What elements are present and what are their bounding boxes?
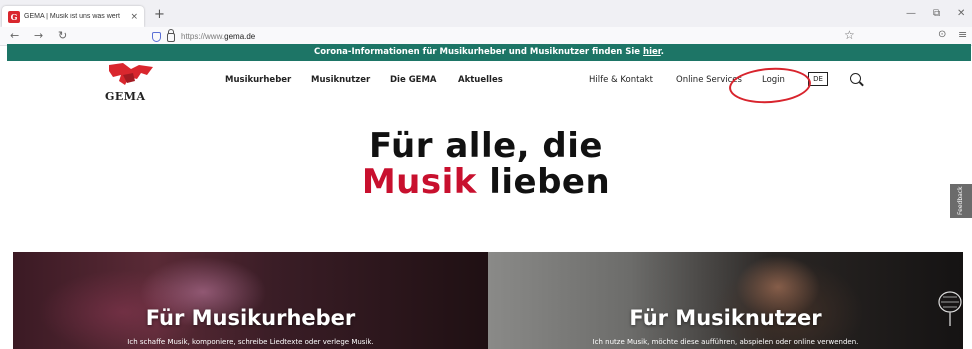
browser-tab[interactable]: G GEMA | Musik ist uns was wert × [2, 6, 144, 27]
login-annotation-circle [727, 65, 813, 106]
card-title: Für Musikurheber [145, 306, 356, 330]
banner-text: Corona-Informationen für Musikurheber un… [314, 47, 641, 57]
back-icon[interactable]: ← [10, 29, 19, 42]
card-subtitle: Ich schaffe Musik, komponiere, schreibe … [127, 338, 374, 346]
hero-heading-line2: Musik lieben [0, 162, 972, 202]
address-bar[interactable]: https://www.gema.de [152, 29, 872, 44]
reload-icon[interactable]: ↻ [58, 29, 67, 42]
card-musikurheber[interactable]: Für Musikurheber Ich schaffe Musik, komp… [13, 252, 488, 349]
bookmark-star-icon[interactable]: ☆ [844, 28, 855, 42]
lock-icon[interactable] [167, 29, 175, 42]
hero-accent-word: Musik [361, 162, 477, 202]
browser-tab-bar: G GEMA | Musik ist uns was wert × + — ⧉ … [0, 0, 972, 27]
hero-heading-rest: lieben [476, 162, 611, 202]
microphone-icon [938, 291, 962, 326]
close-window-icon[interactable]: ✕ [957, 8, 965, 19]
nav-musiknutzer[interactable]: Musiknutzer [311, 75, 370, 85]
site-header: GEMA Musikurheber Musiknutzer Die GEMA A… [7, 61, 971, 106]
corona-banner: Corona-Informationen für Musikurheber un… [7, 44, 971, 61]
new-tab-button[interactable]: + [154, 7, 165, 22]
restore-icon[interactable]: ⧉ [933, 8, 940, 19]
card-musiknutzer[interactable]: Für Musiknutzer Ich nutze Musik, möchte … [488, 252, 963, 349]
pocket-icon[interactable]: ⊙ [938, 29, 946, 40]
banner-link[interactable]: hier [643, 47, 661, 57]
menu-icon[interactable]: ≡ [958, 28, 967, 41]
tab-close-icon[interactable]: × [130, 12, 138, 22]
banner-suffix: . [660, 47, 664, 57]
language-switch[interactable]: DE [808, 72, 828, 86]
forward-icon[interactable]: → [34, 29, 43, 42]
nav-die-gema[interactable]: Die GEMA [390, 75, 437, 85]
logo-wordmark: GEMA [105, 90, 146, 103]
tracking-shield-icon[interactable] [152, 31, 161, 42]
card-title: Für Musiknutzer [629, 306, 822, 330]
nav-aktuelles[interactable]: Aktuelles [458, 75, 503, 85]
tab-title: GEMA | Musik ist uns was wert [24, 13, 120, 20]
minimize-icon[interactable]: — [906, 8, 916, 19]
nav-musikurheber[interactable]: Musikurheber [225, 75, 291, 85]
gema-favicon-icon: G [8, 10, 20, 23]
card-subtitle: Ich nutze Musik, möchte diese aufführen,… [592, 338, 859, 346]
url-text[interactable]: https://www.gema.de [181, 32, 255, 41]
search-icon[interactable] [850, 73, 861, 84]
hero-heading-line1: Für alle, die [369, 126, 603, 166]
nav-hilfe-kontakt[interactable]: Hilfe & Kontakt [589, 75, 653, 85]
feedback-tab[interactable]: Feedback [950, 184, 972, 218]
